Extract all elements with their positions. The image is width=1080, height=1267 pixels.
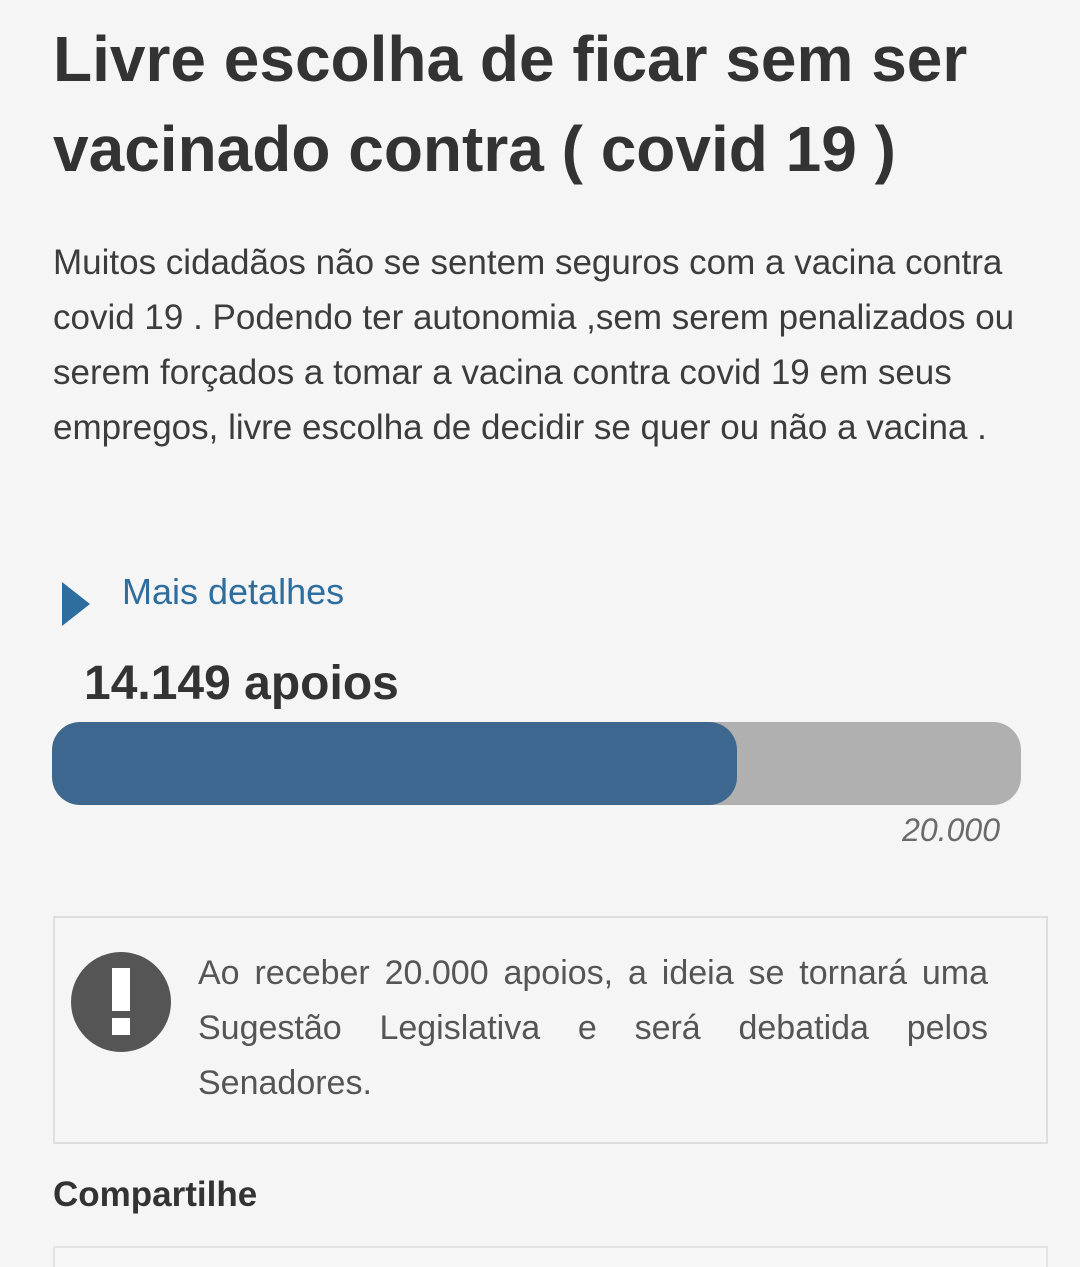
exclamation-circle-icon (71, 952, 171, 1052)
support-progress-bar (52, 722, 1021, 805)
notice-text: Ao receber 20.000 apoios, a ideia se tor… (198, 954, 988, 1102)
triangle-right-icon (62, 582, 90, 626)
idea-page: Livre escolha de ficar sem ser vacinado … (0, 0, 1080, 1267)
share-panel (53, 1246, 1048, 1267)
idea-description: Muitos cidadãos não se sentem seguros co… (53, 243, 1015, 447)
support-goal: 20.000 (902, 812, 1000, 848)
idea-title: Livre escolha de ficar sem ser vacinado … (53, 23, 968, 185)
more-details-toggle[interactable]: Mais detalhes (62, 558, 344, 626)
support-count: 14.149 apoios (84, 657, 399, 710)
share-heading: Compartilhe (53, 1175, 258, 1214)
more-details-label: Mais detalhes (122, 571, 345, 612)
legislative-notice: Ao receber 20.000 apoios, a ideia se tor… (53, 916, 1048, 1144)
support-progress-fill (52, 722, 738, 805)
